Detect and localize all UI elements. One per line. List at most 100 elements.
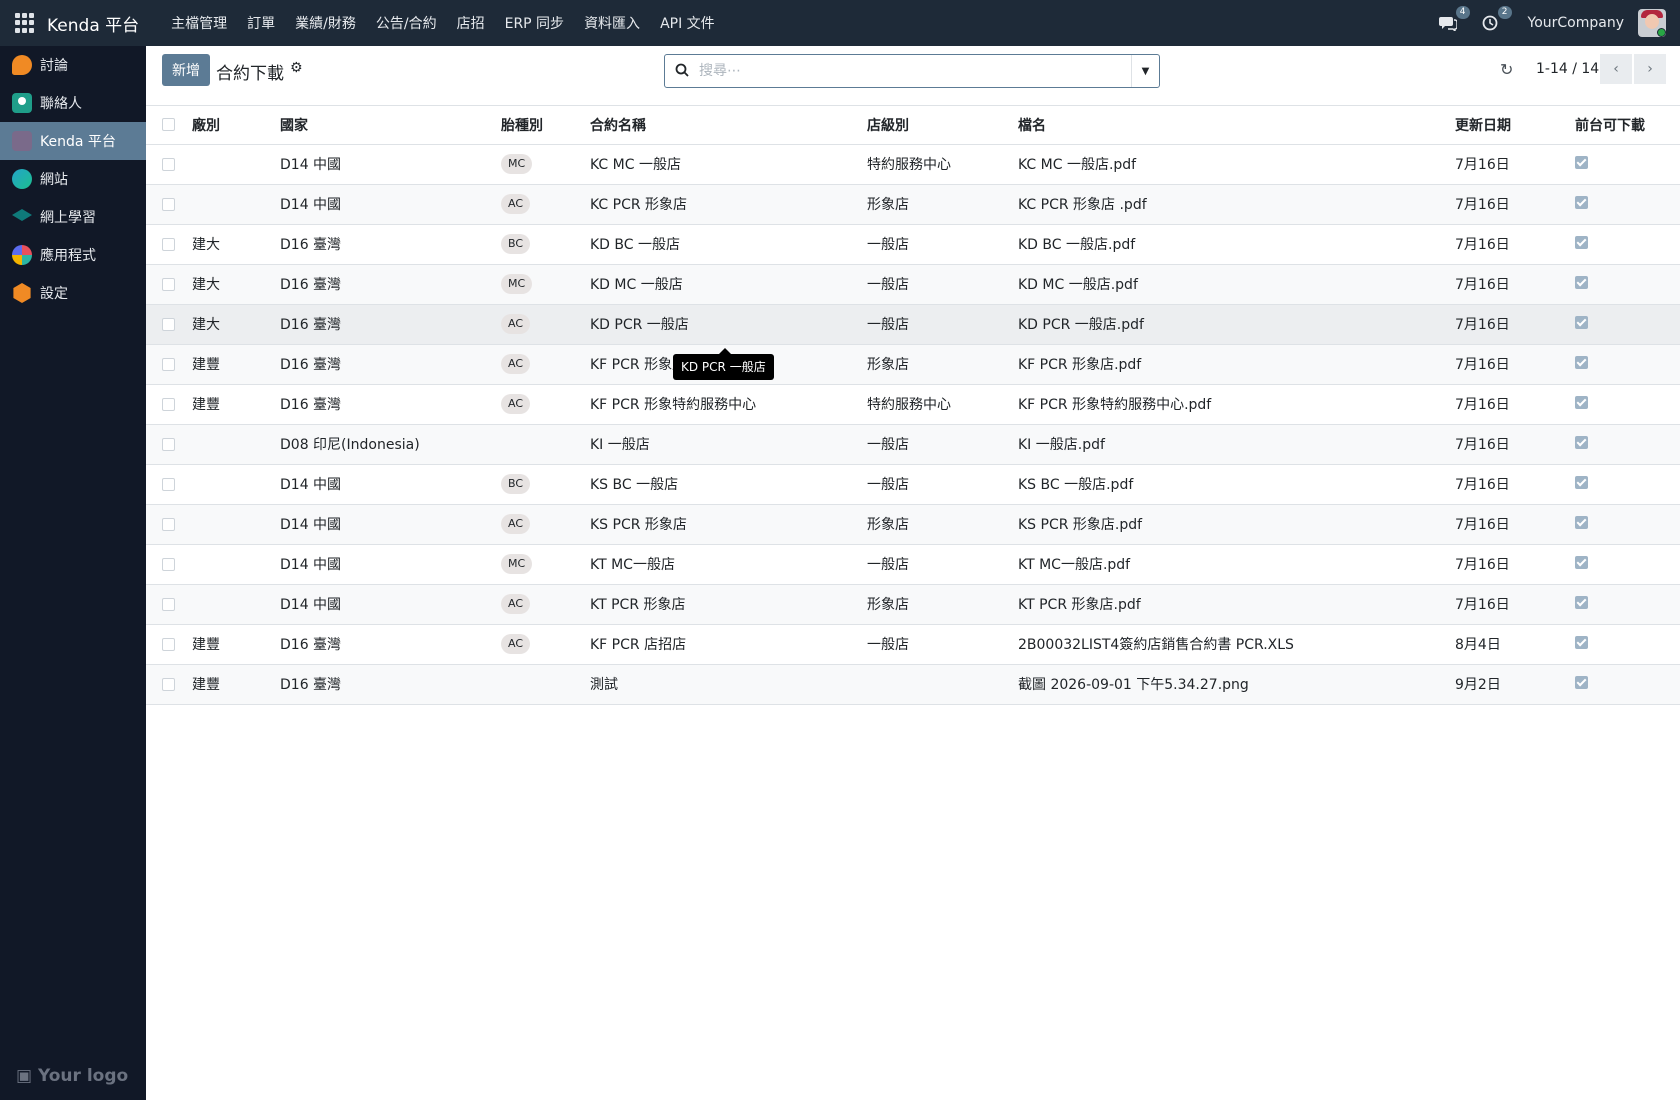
select-all-checkbox[interactable] <box>146 106 192 145</box>
company-switcher[interactable]: YourCompany <box>1528 15 1625 31</box>
row-checkbox[interactable] <box>146 584 192 625</box>
row-checkbox[interactable] <box>146 664 192 705</box>
cell-contract-name: 測試 <box>590 664 867 705</box>
row-checkbox[interactable] <box>146 144 192 185</box>
cell-country: D14 中國 <box>280 144 501 185</box>
caret-down-icon: ▼ <box>1141 65 1150 77</box>
cell-file-name[interactable]: KS BC 一般店.pdf <box>1018 464 1455 505</box>
row-checkbox[interactable] <box>146 544 192 585</box>
table-row[interactable]: D14 中國 AC KC PCR 形象店 形象店 KC PCR 形象店 .pdf 7月16… <box>146 184 1680 225</box>
cell-file-name[interactable]: 2B00032LIST4簽約店銷售合約書 PCR.XLS <box>1018 624 1455 665</box>
row-checkbox[interactable] <box>146 384 192 425</box>
cell-file-name[interactable]: KD PCR 一般店.pdf <box>1018 304 1455 345</box>
cell-file-name[interactable]: KC MC 一般店.pdf <box>1018 144 1455 185</box>
column-header-store-level[interactable]: 店級別 <box>867 106 1018 145</box>
menu-item-api-docs[interactable]: API 文件 <box>650 13 725 33</box>
sidebar-item-website[interactable]: 網站 <box>0 160 146 198</box>
cell-file-name[interactable]: KC PCR 形象店 .pdf <box>1018 184 1455 225</box>
cell-factory: 建豐 <box>192 344 280 385</box>
sidebar-item-settings[interactable]: 設定 <box>0 274 146 312</box>
cell-file-name[interactable]: 截圖 2026-09-01 下午5.34.27.png <box>1018 664 1455 705</box>
activities-count-badge: 2 <box>1497 6 1512 19</box>
cell-store-level: 一般店 <box>867 624 1018 665</box>
table-row[interactable]: 建豐 D16 臺灣 AC KF PCR 形象特約服務中心 特約服務中心 KF PCR 形象… <box>146 384 1680 425</box>
sidebar-item-kenda[interactable]: Kenda 平台 <box>0 122 146 160</box>
row-checkbox[interactable] <box>146 224 192 265</box>
pager-value[interactable]: 1-14 / 14 <box>1536 61 1599 77</box>
cell-country: D14 中國 <box>280 584 501 625</box>
table-row[interactable]: 建豐 D16 臺灣 AC KF PCR 店招店 一般店 2B00032LIST4簽約店銷售… <box>146 624 1680 665</box>
row-checkbox[interactable] <box>146 304 192 345</box>
column-header-frontend-download[interactable]: 前台可下載 <box>1575 106 1680 145</box>
table-row[interactable]: 建大 D16 臺灣 MC KD MC 一般店 一般店 KD MC 一般店.pdf 7月16日 <box>146 264 1680 305</box>
column-header-factory[interactable]: 廠別 <box>192 106 280 145</box>
cell-frontend-download <box>1575 664 1680 705</box>
cell-file-name[interactable]: KD MC 一般店.pdf <box>1018 264 1455 305</box>
activities-clock-icon[interactable]: 2 <box>1478 6 1512 35</box>
pager-previous-button[interactable]: ‹ <box>1600 54 1632 84</box>
row-checkbox[interactable] <box>146 424 192 465</box>
download-enabled-checkbox <box>1575 555 1588 569</box>
sidebar-item-discuss[interactable]: 討論 <box>0 46 146 84</box>
row-checkbox[interactable] <box>146 264 192 305</box>
sidebar-item-label: Kenda 平台 <box>40 134 116 150</box>
menu-item-orders[interactable]: 訂單 <box>237 13 285 33</box>
brand-title[interactable]: Kenda 平台 <box>47 11 139 36</box>
cell-file-name[interactable]: KI 一般店.pdf <box>1018 424 1455 465</box>
menu-item-erp-sync[interactable]: ERP 同步 <box>495 13 574 33</box>
search-options-toggle[interactable]: ▼ <box>1131 55 1159 87</box>
menu-item-signboards[interactable]: 店招 <box>447 13 495 33</box>
row-checkbox[interactable] <box>146 184 192 225</box>
table-row[interactable]: 建豐 D16 臺灣 測試 截圖 2026-09-01 下午5.34.27.png 9月2… <box>146 664 1680 705</box>
apps-grid-icon[interactable] <box>15 13 35 33</box>
table-row[interactable]: D14 中國 AC KS PCR 形象店 形象店 KS PCR 形象店.pdf 7月16日 <box>146 504 1680 545</box>
menu-item-data-import[interactable]: 資料匯入 <box>574 13 650 33</box>
cell-tire-type: AC <box>501 384 590 425</box>
menu-item-performance[interactable]: 業績/財務 <box>285 13 366 33</box>
table-row[interactable]: 建大 D16 臺灣 AC KD PCR 一般店 一般店 KD PCR 一般店.pdf 7月1… <box>146 304 1680 345</box>
column-header-country[interactable]: 國家 <box>280 106 501 145</box>
table-row[interactable]: D08 印尼(Indonesia) KI 一般店 一般店 KI 一般店.pdf 7月16… <box>146 424 1680 465</box>
cell-file-name[interactable]: KS PCR 形象店.pdf <box>1018 504 1455 545</box>
column-header-updated-date[interactable]: 更新日期 <box>1455 106 1575 145</box>
cell-file-name[interactable]: KF PCR 形象店.pdf <box>1018 344 1455 385</box>
sidebar-item-apps[interactable]: 應用程式 <box>0 236 146 274</box>
sidebar-item-elearning[interactable]: 網上學習 <box>0 198 146 236</box>
row-checkbox[interactable] <box>146 464 192 505</box>
user-avatar[interactable] <box>1638 9 1666 37</box>
messages-icon[interactable]: 4 <box>1436 6 1470 35</box>
sidebar-item-contacts[interactable]: 聯絡人 <box>0 84 146 122</box>
table-row[interactable]: D14 中國 MC KC MC 一般店 特約服務中心 KC MC 一般店.pdf 7月16… <box>146 144 1680 185</box>
cell-country: D16 臺灣 <box>280 344 501 385</box>
cell-file-name[interactable]: KD BC 一般店.pdf <box>1018 224 1455 265</box>
table-row[interactable]: 建大 D16 臺灣 BC KD BC 一般店 一般店 KD BC 一般店.pdf 7月16日 <box>146 224 1680 265</box>
cell-tire-type <box>501 424 590 465</box>
camera-icon: ▣ <box>16 1066 33 1086</box>
new-button[interactable]: 新增 <box>162 54 210 86</box>
cell-tire-type: BC <box>501 224 590 265</box>
table-row[interactable]: 建豐 D16 臺灣 AC KF PCR 形象店 形象店 KF PCR 形象店.pdf 7月1… <box>146 344 1680 385</box>
menu-item-announcements[interactable]: 公告/合約 <box>366 13 447 33</box>
cell-country: D16 臺灣 <box>280 664 501 705</box>
column-header-file-name[interactable]: 檔名 <box>1018 106 1455 145</box>
download-enabled-checkbox <box>1575 395 1588 409</box>
row-checkbox[interactable] <box>146 504 192 545</box>
column-header-tire-type[interactable]: 胎種別 <box>501 106 590 145</box>
menu-item-master-data[interactable]: 主檔管理 <box>161 13 237 33</box>
row-checkbox[interactable] <box>146 624 192 665</box>
table-row[interactable]: D14 中國 BC KS BC 一般店 一般店 KS BC 一般店.pdf 7月16日 <box>146 464 1680 505</box>
cell-file-name[interactable]: KT MC一般店.pdf <box>1018 544 1455 585</box>
kenda-icon <box>12 131 32 151</box>
gear-icon[interactable]: ⚙ <box>290 60 303 76</box>
table-row[interactable]: D14 中國 MC KT MC一般店 一般店 KT MC一般店.pdf 7月16日 <box>146 544 1680 585</box>
search-input[interactable] <box>699 61 1119 81</box>
refresh-icon[interactable]: ↻ <box>1500 60 1513 79</box>
column-header-contract-name[interactable]: 合約名稱 <box>590 106 867 145</box>
cell-file-name[interactable]: KF PCR 形象特約服務中心.pdf <box>1018 384 1455 425</box>
pager-next-button[interactable]: › <box>1634 54 1666 84</box>
cell-country: D16 臺灣 <box>280 224 501 265</box>
row-checkbox[interactable] <box>146 344 192 385</box>
table-row[interactable]: D14 中國 AC KT PCR 形象店 形象店 KT PCR 形象店.pdf 7月16日 <box>146 584 1680 625</box>
cell-file-name[interactable]: KT PCR 形象店.pdf <box>1018 584 1455 625</box>
cell-tire-type: AC <box>501 584 590 625</box>
